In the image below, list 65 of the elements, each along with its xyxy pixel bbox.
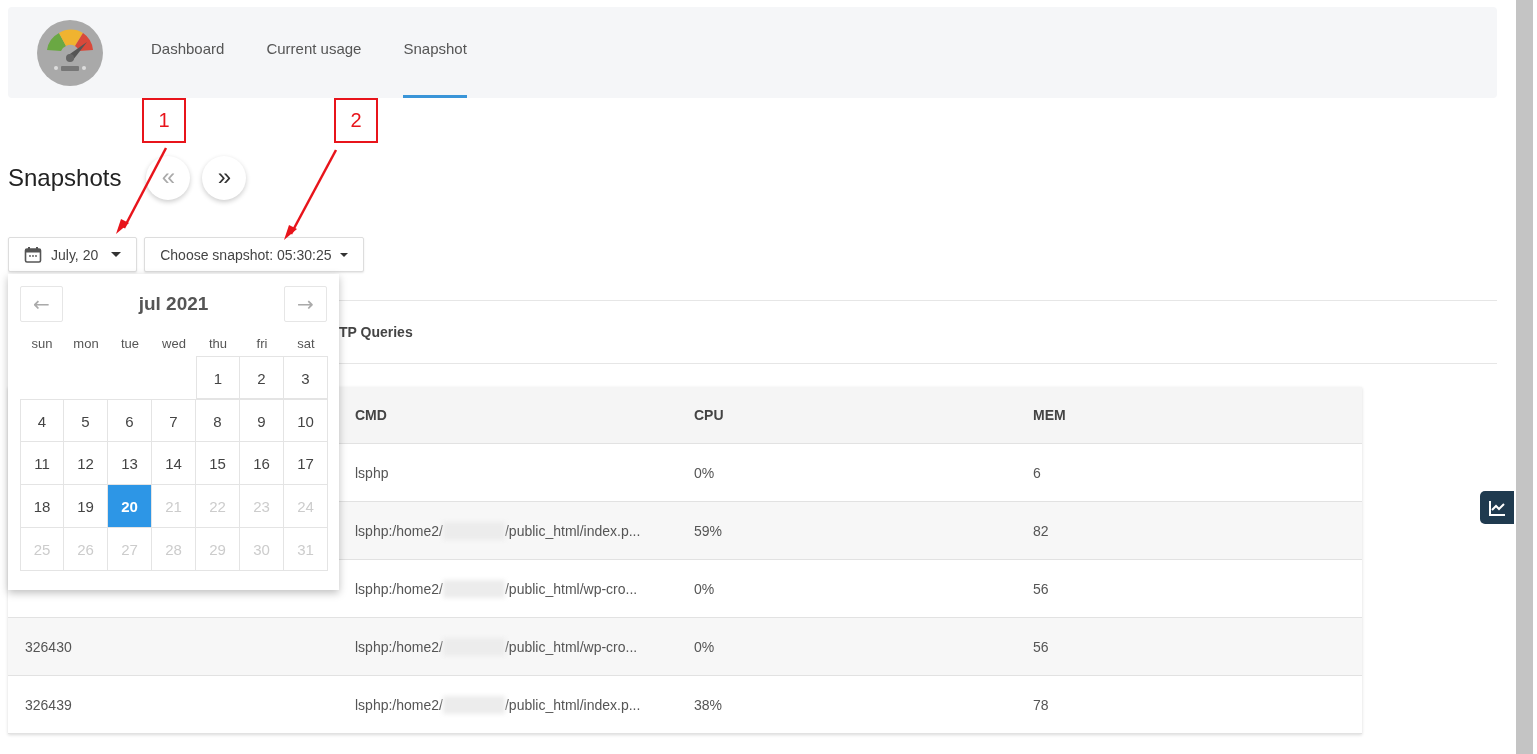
page-title: Snapshots [8,164,122,192]
weekday-label: thu [207,335,229,353]
calendar-day[interactable]: 18 [20,485,64,528]
calendar-day[interactable]: 1 [196,356,240,399]
table-cell: lsphp:/home2/ [355,696,443,713]
calendar-day[interactable]: 2 [240,356,284,399]
month-title: jul 2021 [138,293,209,315]
nav-tab[interactable]: Current usage [266,7,362,98]
table-cell: /public_html/wp-cro... [504,638,638,655]
weekday-label: mon [72,335,100,353]
calendar-day[interactable]: 12 [64,442,108,485]
calendar-day[interactable]: 7 [152,399,196,442]
table-cell: 82 [1033,522,1049,539]
table-cell: 38% [694,696,723,713]
calendar-day[interactable]: 10 [284,399,328,442]
gauge-logo-icon [37,19,103,86]
nav-tab[interactable]: Dashboard [151,7,225,98]
calendar-day[interactable]: 4 [20,399,64,442]
table-cell: /public_html/index.p... [504,696,641,713]
calendar-icon [24,245,42,264]
table-cell: /public_html/wp-cro... [504,580,638,597]
table-cell: 59% [694,522,723,539]
table-cell: lsphp:/home2/ [355,522,443,539]
table-cell: lsphp [355,464,389,481]
table-cell: 326439 [25,696,72,713]
next-button[interactable]: » [202,156,247,200]
column-header: CPU [693,407,725,423]
table-cell: 56 [1033,580,1049,597]
column-header: MEM [1032,407,1067,423]
table-cell: 6 [1033,464,1041,481]
weekday-label: sat [296,335,316,353]
column-header: CMD [354,407,388,423]
calendar-day[interactable]: 3 [284,356,328,399]
calendar-day[interactable]: 9 [240,399,284,442]
table-cell: 78 [1033,696,1049,713]
nav-tab[interactable]: Snapshot [403,7,467,98]
caret-icon [340,252,349,257]
weekday-label: tue [119,335,141,353]
table-cell: 56 [1033,638,1049,655]
snapshot-dropdown[interactable]: Choose snapshot: 05:30:25 [144,237,365,272]
weekday-label: wed [161,335,187,353]
caret-icon [111,252,122,257]
table-cell: /public_html/index.p... [504,522,641,539]
calendar-day[interactable]: 14 [152,442,196,485]
scrollbar[interactable] [1516,0,1533,754]
annotation-label: 2 [334,98,378,143]
tab[interactable]: TP Queries [339,324,413,340]
calendar-day[interactable]: 17 [284,442,328,485]
date-dropdown[interactable]: July, 20 [8,237,138,272]
calendar-day[interactable]: 5 [64,399,108,442]
calendar-day[interactable]: 11 [20,442,64,485]
table-cell: lsphp:/home2/ [355,580,443,597]
table-cell: lsphp:/home2/ [355,638,443,655]
calendar-day[interactable]: 6 [108,399,152,442]
table-cell: 0% [694,464,715,481]
calendar-day[interactable]: 16 [240,442,284,485]
calendar-day[interactable]: 15 [196,442,240,485]
annotation-label: 1 [142,98,186,143]
weekday-label: fri [255,335,269,353]
table-cell: 0% [694,580,715,597]
calendar-day[interactable]: 8 [196,399,240,442]
chart-button[interactable] [1480,491,1514,524]
table-cell: 326430 [25,638,72,655]
table-cell: 0% [694,638,715,655]
weekday-label: sun [30,335,54,353]
